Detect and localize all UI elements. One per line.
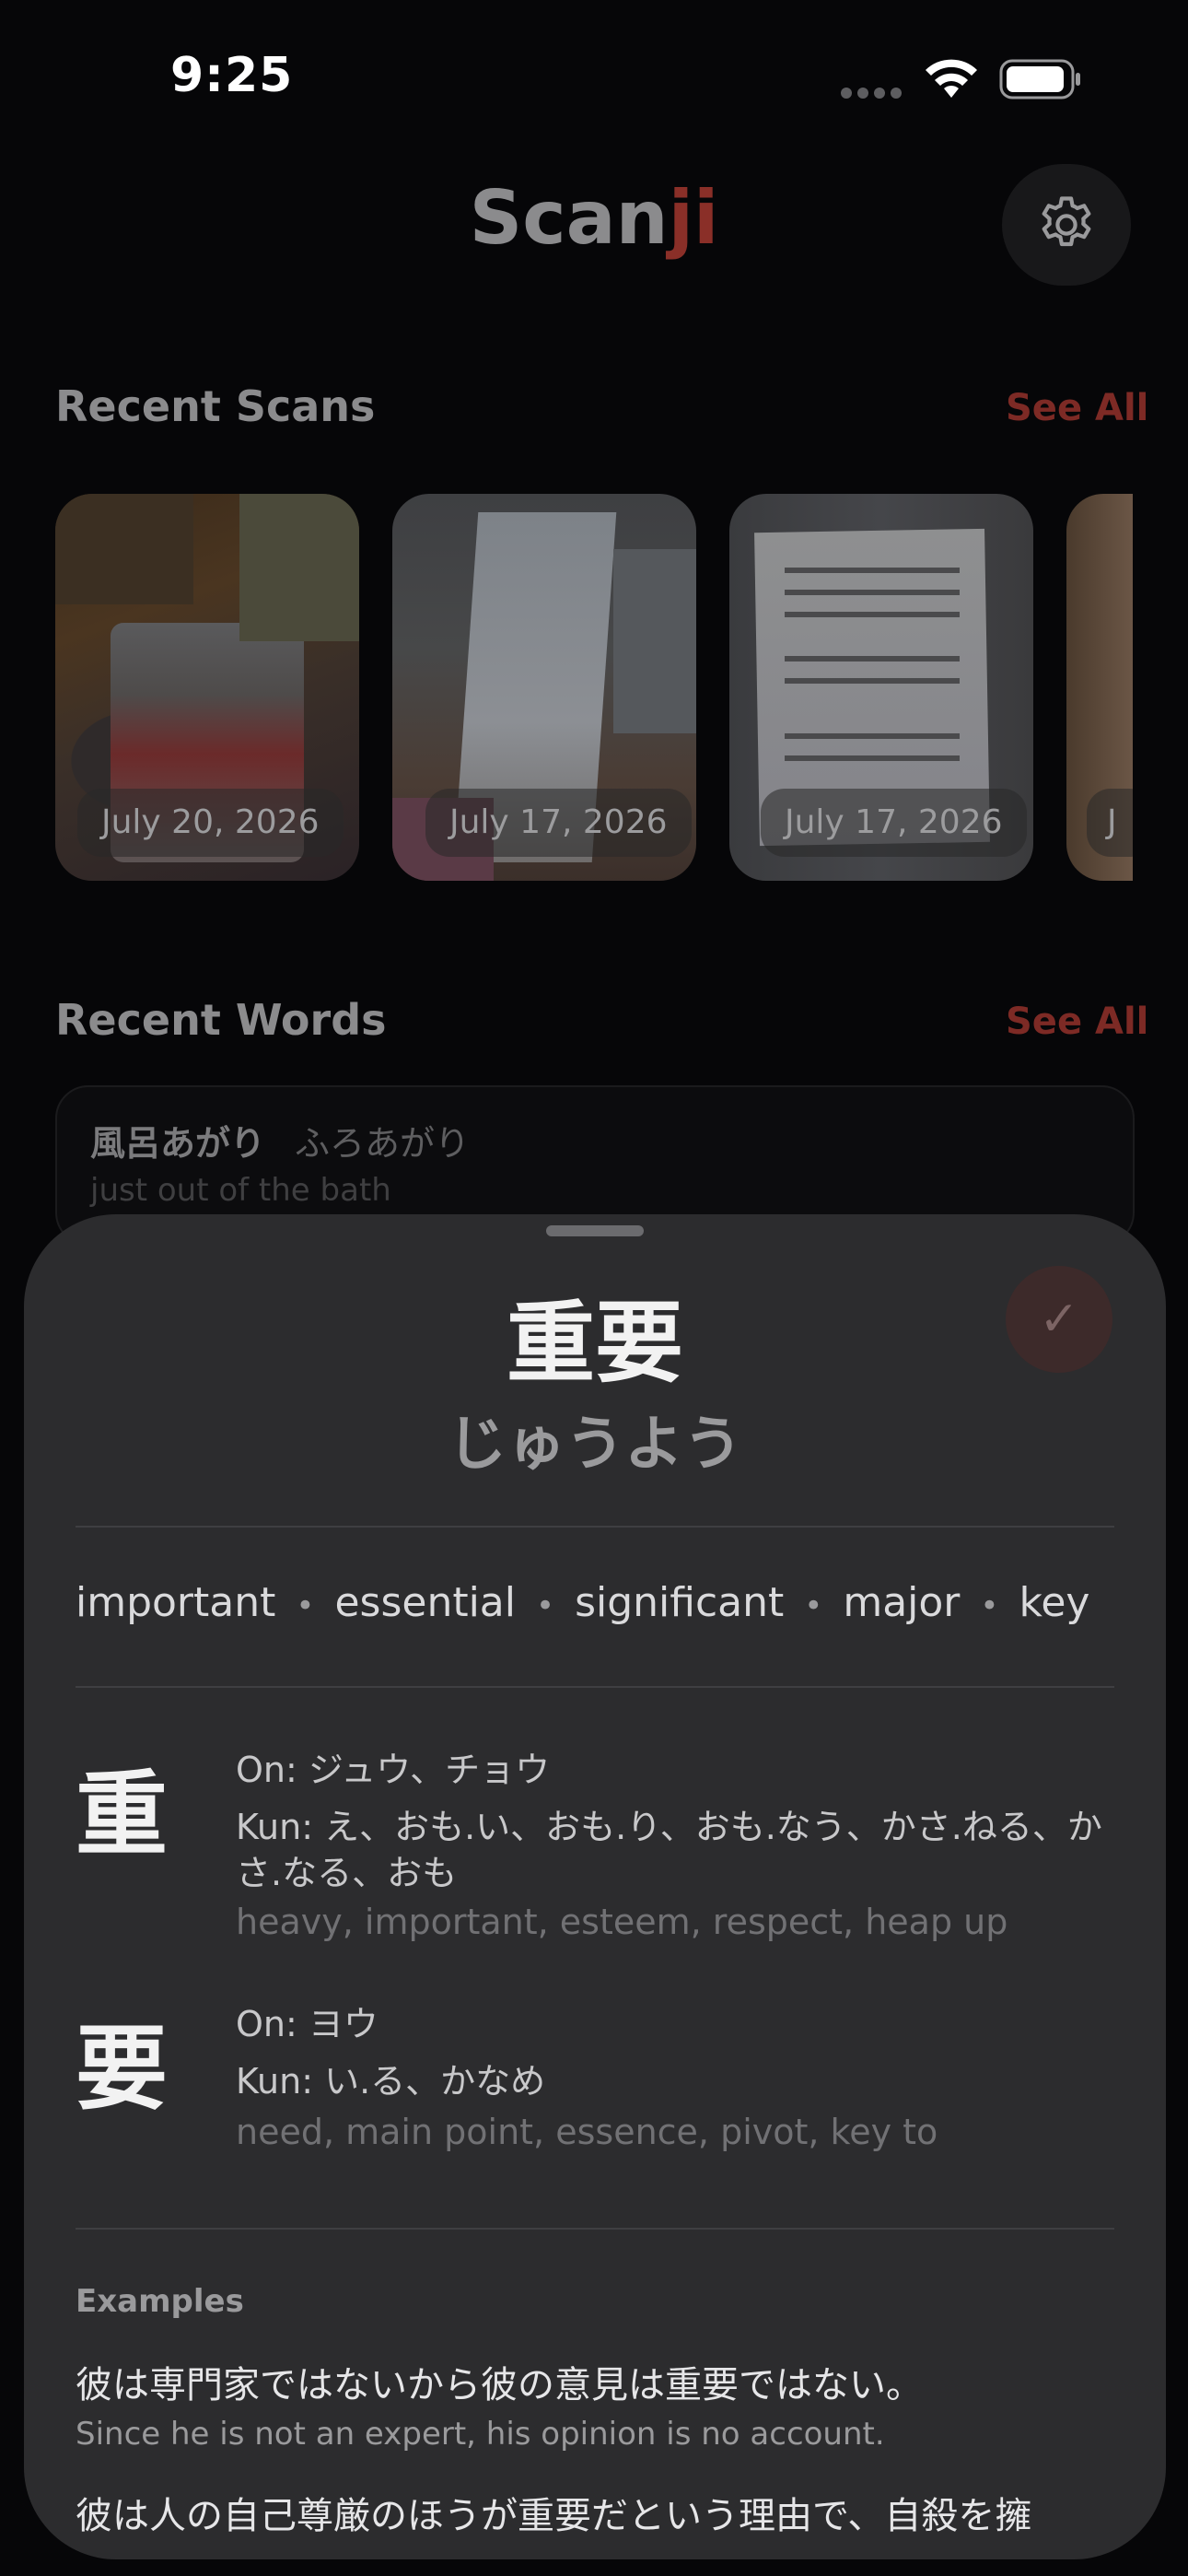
scan-card[interactable]: July 17, 2026 bbox=[392, 494, 696, 881]
examples-heading: Examples bbox=[76, 2283, 244, 2320]
separator-dot: • bbox=[536, 1587, 555, 1624]
word-reading: ふろあがり bbox=[295, 1123, 471, 1164]
scan-date: July 17, 2026 bbox=[425, 789, 692, 857]
settings-button[interactable] bbox=[1002, 164, 1131, 286]
example-sentence-jp: 彼は専門家ではないから彼の意見は重要ではない。 bbox=[76, 2364, 923, 2406]
meaning-item: important bbox=[76, 1579, 276, 1626]
recent-scans-see-all-link[interactable]: See All bbox=[1006, 387, 1148, 429]
scan-date: J bbox=[1087, 789, 1133, 857]
separator-dot: • bbox=[980, 1587, 999, 1624]
example-sentence-en: Since he is not an expert, his opinion i… bbox=[76, 2416, 885, 2453]
kanji-kun-reading-continued: さ.なる、おも bbox=[236, 1853, 458, 1893]
scan-card[interactable]: J bbox=[1066, 494, 1133, 881]
wifi-icon bbox=[926, 59, 977, 98]
word-headword: 重要 bbox=[507, 1292, 683, 1395]
battery-icon bbox=[999, 59, 1080, 100]
example-sentence-jp: 彼は人の自己尊厳のほうが重要だという理由で、自殺を擁 bbox=[76, 2495, 1032, 2537]
recent-words-title: Recent Words bbox=[55, 995, 387, 1045]
status-time: 9:25 bbox=[170, 48, 294, 103]
scan-card[interactable]: July 20, 2026 bbox=[55, 494, 359, 881]
kanji-character: 重 bbox=[76, 1761, 168, 1868]
word-detail-sheet[interactable]: ✓ 重要 じゅうよう important • essential • significa… bbox=[24, 1214, 1166, 2559]
sheet-grabber[interactable] bbox=[546, 1225, 644, 1236]
kanji-on-reading: On: ジュウ、チョウ bbox=[236, 1750, 551, 1790]
meaning-item: essential bbox=[334, 1579, 516, 1626]
meaning-item: significant bbox=[575, 1579, 785, 1626]
scan-date: July 17, 2026 bbox=[761, 789, 1027, 857]
meaning-item: major bbox=[843, 1579, 961, 1626]
separator-dot: • bbox=[804, 1587, 823, 1624]
word-reading: じゅうよう bbox=[448, 1411, 742, 1479]
recent-words-see-all-link[interactable]: See All bbox=[1006, 1001, 1148, 1043]
meanings-list: important • essential • significant • major • ke… bbox=[76, 1579, 1089, 1626]
word-kanji: 風呂あがり bbox=[90, 1123, 266, 1164]
kanji-kun-reading: Kun: え、おも.い、おも.り、おも.なう、かさ.ねる、か bbox=[236, 1807, 1102, 1847]
recent-scans-title: Recent Scans bbox=[55, 381, 376, 431]
kanji-kun-reading: Kun: い.る、かなめ bbox=[236, 2061, 546, 2102]
divider bbox=[76, 1686, 1114, 1688]
scan-date: July 20, 2026 bbox=[77, 789, 344, 857]
divider bbox=[76, 2228, 1114, 2230]
separator-dot: • bbox=[296, 1587, 315, 1624]
kanji-on-reading: On: ヨウ bbox=[236, 2004, 379, 2044]
kanji-meaning: heavy, important, esteem, respect, heap … bbox=[236, 1902, 1008, 1942]
kanji-character: 要 bbox=[76, 2015, 168, 2123]
gear-icon bbox=[1042, 196, 1091, 247]
scan-card[interactable]: July 17, 2026 bbox=[729, 494, 1033, 881]
kanji-meaning: need, main point, essence, pivot, key to bbox=[236, 2112, 938, 2152]
divider bbox=[76, 1526, 1114, 1528]
cellular-signal-icon bbox=[841, 85, 907, 99]
meaning-item: key bbox=[1019, 1579, 1090, 1626]
word-meaning: just out of the bath bbox=[90, 1172, 391, 1209]
